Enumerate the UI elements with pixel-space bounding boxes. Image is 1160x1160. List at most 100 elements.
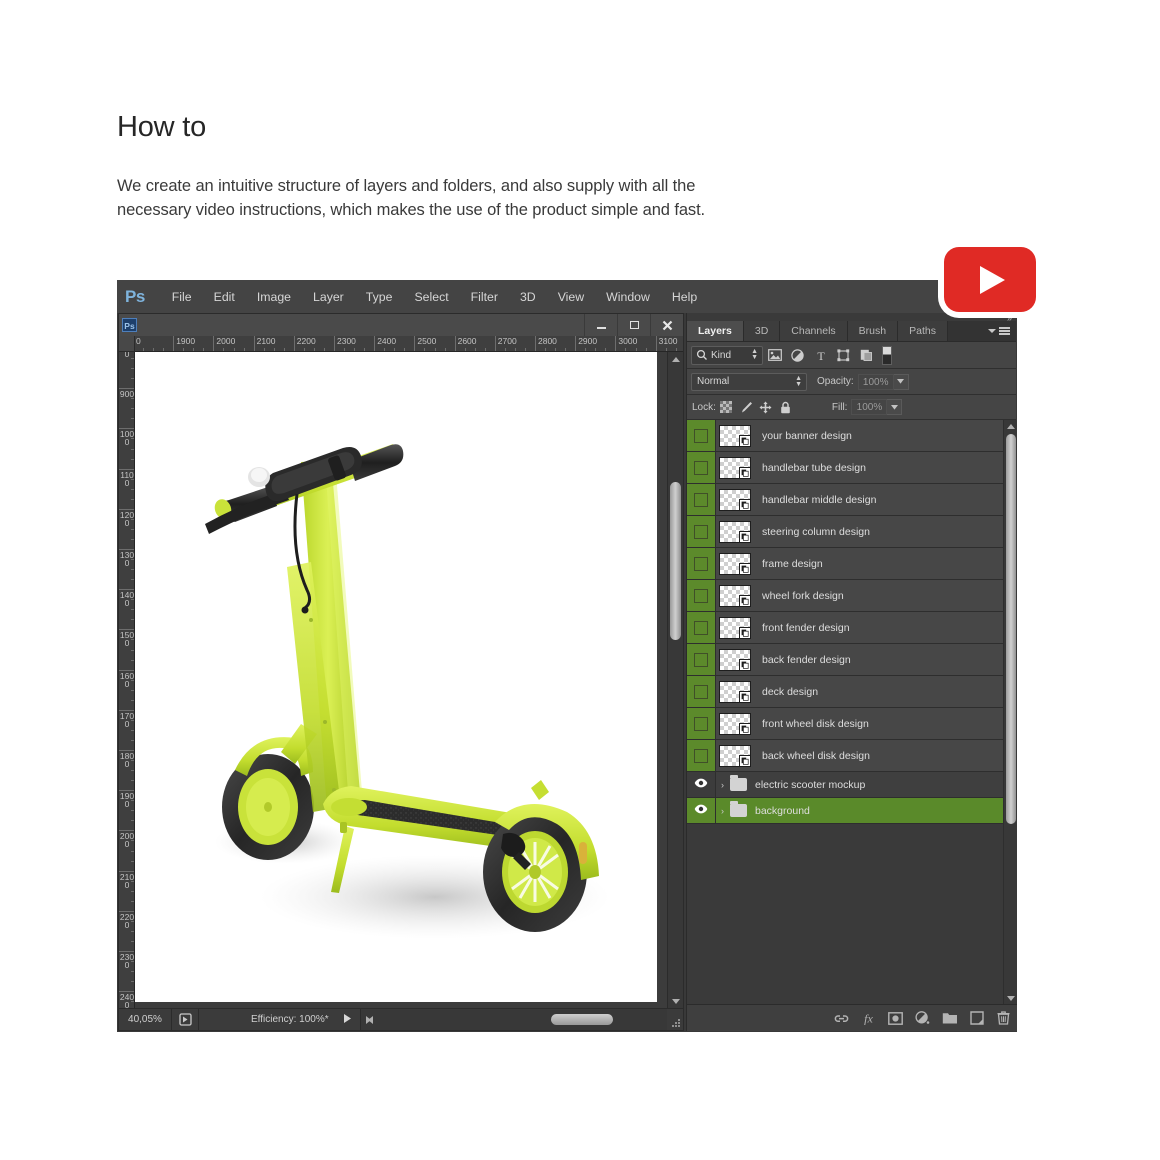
group-expand-arrow[interactable]: › (716, 780, 729, 790)
lock-image-pixels-icon[interactable] (736, 397, 756, 417)
layer-visibility-toggle[interactable] (687, 484, 716, 515)
layer-list-scrollbar[interactable] (1003, 420, 1017, 1004)
menu-item-help[interactable]: Help (661, 287, 708, 307)
fill-dropdown-icon[interactable] (887, 399, 903, 415)
lock-all-icon[interactable] (776, 397, 796, 417)
layer-visibility-toggle[interactable] (687, 452, 716, 483)
new-layer-icon[interactable] (963, 1005, 990, 1031)
layer-row[interactable]: › background (687, 798, 1017, 824)
layer-row[interactable]: back wheel disk design (687, 740, 1017, 772)
menu-item-view[interactable]: View (547, 287, 595, 307)
menu-item-3d[interactable]: 3D (509, 287, 547, 307)
menu-item-filter[interactable]: Filter (460, 287, 509, 307)
new-group-icon[interactable] (936, 1005, 963, 1031)
vertical-ruler[interactable]: 0 900 1000 1100 1200 1300 1400 1500 1600 1700 1800… (119, 352, 135, 1030)
canvas-area[interactable] (135, 352, 669, 1002)
scroll-right-button[interactable] (361, 1013, 376, 1027)
lock-position-icon[interactable] (756, 397, 776, 417)
layer-visibility-toggle[interactable] (687, 644, 716, 675)
status-expand-arrow[interactable] (343, 1011, 352, 1029)
menu-item-window[interactable]: Window (595, 287, 661, 307)
panel-menu-icon[interactable] (988, 321, 1016, 341)
canvas-document[interactable] (135, 352, 657, 1002)
zoom-level[interactable]: 40,05% (119, 1009, 172, 1030)
layer-visibility-toggle[interactable] (687, 612, 716, 643)
blend-mode-select[interactable]: Normal ▲ ▼ (691, 372, 807, 391)
layer-row[interactable]: steering column design (687, 516, 1017, 548)
add-layer-mask-icon[interactable] (882, 1005, 909, 1031)
tab-paths[interactable]: Paths (898, 321, 948, 341)
layer-thumbnail-cell[interactable] (716, 616, 754, 639)
layer-row[interactable]: deck design (687, 676, 1017, 708)
tab-layers[interactable]: Layers (687, 321, 744, 341)
delete-layer-icon[interactable] (990, 1005, 1017, 1031)
menu-item-file[interactable]: File (161, 287, 203, 307)
canvas-hscroll-thumb[interactable] (550, 1014, 613, 1025)
menu-item-edit[interactable]: Edit (203, 287, 246, 307)
canvas-vertical-scrollbar[interactable] (667, 352, 683, 1008)
tab-brush[interactable]: Brush (847, 321, 899, 341)
menu-item-type[interactable]: Type (355, 287, 404, 307)
layer-thumbnail-cell[interactable] (716, 680, 754, 703)
blend-mode-stepper[interactable]: ▲ ▼ (795, 375, 802, 388)
layer-visibility-toggle[interactable] (687, 740, 716, 771)
layer-thumbnail-cell[interactable] (716, 712, 754, 735)
layer-row[interactable]: back fender design (687, 644, 1017, 676)
adjustment-layer-filter-icon[interactable] (786, 345, 809, 366)
link-layers-icon[interactable] (828, 1005, 855, 1031)
layer-thumbnail-cell[interactable] (716, 648, 754, 671)
layer-thumbnail-cell[interactable] (716, 488, 754, 511)
layer-thumbnail-cell[interactable] (716, 424, 754, 447)
menu-item-image[interactable]: Image (246, 287, 302, 307)
maximize-button[interactable] (617, 314, 650, 336)
layer-thumbnail-cell[interactable] (716, 744, 754, 767)
layer-row[interactable]: front wheel disk design (687, 708, 1017, 740)
layer-thumbnail-cell[interactable] (716, 520, 754, 543)
document-info-icon[interactable] (172, 1009, 199, 1030)
document-title-bar[interactable]: Ps (119, 314, 683, 337)
layer-visibility-toggle[interactable] (687, 516, 716, 547)
tab-3d[interactable]: 3D (743, 321, 781, 341)
window-resize-grip[interactable] (667, 1009, 683, 1030)
minimize-button[interactable] (584, 314, 617, 336)
layer-visibility-toggle[interactable] (687, 548, 716, 579)
smart-object-filter-icon[interactable] (855, 345, 878, 366)
menu-item-select[interactable]: Select (403, 287, 459, 307)
layer-visibility-toggle[interactable] (687, 420, 716, 451)
menu-item-layer[interactable]: Layer (302, 287, 355, 307)
new-adjustment-layer-icon[interactable] (909, 1005, 936, 1031)
layer-thumbnail-cell[interactable] (716, 584, 754, 607)
layer-visibility-toggle[interactable] (687, 798, 716, 823)
opacity-value[interactable]: 100% (857, 373, 894, 390)
ruler-origin-corner[interactable] (119, 336, 135, 352)
scroll-down-button[interactable] (668, 994, 683, 1008)
layer-row[interactable]: front fender design (687, 612, 1017, 644)
layer-thumbnail-cell[interactable] (716, 456, 754, 479)
youtube-play-badge[interactable] (944, 247, 1036, 312)
layer-list-scroll-thumb[interactable] (1006, 434, 1016, 824)
type-layer-filter-icon[interactable]: T (809, 345, 832, 366)
add-layer-style-icon[interactable]: fx (855, 1005, 882, 1031)
horizontal-ruler[interactable]: 0 1900 2000 2100 2200 2300 2400 2500 2600 2700 280… (135, 336, 683, 352)
layer-visibility-toggle[interactable] (687, 580, 716, 611)
layer-row[interactable]: › electric scooter mockup (687, 772, 1017, 798)
scroll-up-button[interactable] (668, 352, 683, 366)
filter-enable-toggle[interactable] (882, 345, 892, 365)
lock-transparent-pixels-icon[interactable] (716, 397, 736, 417)
canvas-horizontal-scrollbar[interactable] (359, 1009, 667, 1030)
layer-visibility-toggle[interactable] (687, 676, 716, 707)
layer-row[interactable]: handlebar middle design (687, 484, 1017, 516)
layer-row[interactable]: your banner design (687, 420, 1017, 452)
close-button[interactable] (650, 314, 683, 336)
filter-kind-stepper[interactable]: ▲ ▼ (751, 348, 758, 361)
group-expand-arrow[interactable]: › (716, 806, 729, 816)
layer-thumbnail-cell[interactable] (716, 552, 754, 575)
layer-row[interactable]: handlebar tube design (687, 452, 1017, 484)
layer-visibility-toggle[interactable] (687, 708, 716, 739)
pixel-layer-filter-icon[interactable] (763, 345, 786, 366)
tab-channels[interactable]: Channels (780, 321, 848, 341)
layer-visibility-toggle[interactable] (687, 772, 716, 797)
filter-kind-select[interactable]: Kind ▲ ▼ (691, 345, 763, 365)
layer-scroll-down-button[interactable] (1004, 992, 1017, 1004)
canvas-vscroll-thumb[interactable] (670, 482, 681, 640)
